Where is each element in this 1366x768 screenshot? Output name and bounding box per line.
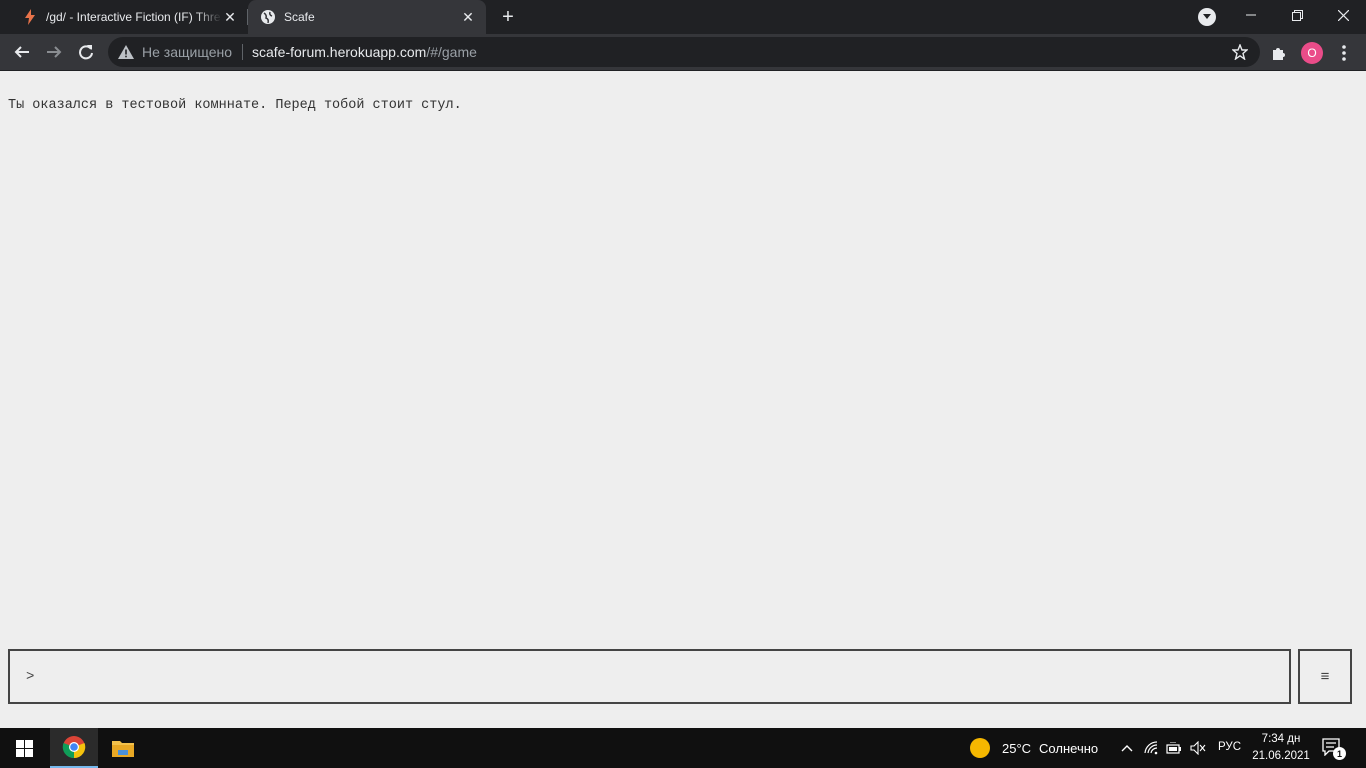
- url-text: scafe-forum.herokuapp.com/#/game: [252, 44, 477, 60]
- clock[interactable]: 7:34 дн 21.06.2021: [1248, 731, 1314, 765]
- wifi-icon[interactable]: [1144, 740, 1160, 756]
- tab-search-icon[interactable]: [1198, 8, 1216, 26]
- browser-toolbar: Не защищено scafe-forum.herokuapp.com/#/…: [0, 34, 1366, 71]
- tab-strip: /gd/ - Interactive Fiction (IF) Thre ✕ S…: [0, 0, 1366, 34]
- sun-icon: [970, 738, 990, 758]
- divider: [242, 44, 243, 60]
- game-page: Ты оказался в тестовой комннате. Перед т…: [0, 71, 1366, 728]
- language-indicator[interactable]: РУС: [1218, 741, 1241, 753]
- game-menu-button[interactable]: ≡: [1298, 649, 1352, 704]
- reload-icon[interactable]: [72, 38, 100, 66]
- profile-avatar[interactable]: O: [1301, 42, 1323, 64]
- chevron-up-icon[interactable]: [1119, 740, 1135, 756]
- game-output-text: Ты оказался в тестовой комннате. Перед т…: [8, 98, 462, 113]
- command-box[interactable]: >: [8, 649, 1291, 704]
- weather-temperature: 25°C: [1002, 740, 1032, 756]
- clock-time: 7:34 дн: [1261, 733, 1301, 745]
- speaker-muted-icon[interactable]: [1190, 740, 1206, 756]
- close-window-button[interactable]: [1320, 0, 1366, 30]
- command-input[interactable]: [40, 661, 1289, 692]
- windows-start-icon[interactable]: [0, 728, 48, 768]
- extensions-puzzle-icon[interactable]: [1268, 42, 1290, 64]
- notification-center-icon[interactable]: 1: [1322, 738, 1346, 760]
- kebab-menu-icon[interactable]: [1333, 41, 1355, 65]
- notification-badge: 1: [1333, 747, 1346, 760]
- battery-icon[interactable]: [1166, 740, 1182, 756]
- tab-gd-forum[interactable]: /gd/ - Interactive Fiction (IF) Thre ✕: [8, 0, 248, 34]
- restore-button[interactable]: [1274, 0, 1320, 30]
- warning-icon[interactable]: [118, 44, 134, 60]
- bookmark-star-icon[interactable]: [1232, 44, 1248, 60]
- tab-title: /gd/ - Interactive Fiction (IF) Thre: [46, 10, 221, 24]
- weather-widget[interactable]: 25°C Солнечно: [970, 728, 1110, 768]
- url-path: /#/game: [426, 44, 477, 60]
- url-host: scafe-forum.herokuapp.com: [252, 44, 427, 60]
- close-tab-icon[interactable]: ✕: [222, 9, 238, 25]
- new-tab-button[interactable]: +: [496, 5, 520, 29]
- globe-icon: [260, 9, 276, 25]
- address-bar[interactable]: Не защищено scafe-forum.herokuapp.com/#/…: [108, 37, 1260, 67]
- close-tab-icon[interactable]: ✕: [460, 9, 476, 25]
- clock-date: 21.06.2021: [1252, 750, 1310, 762]
- security-status: Не защищено: [142, 44, 232, 60]
- file-explorer-icon[interactable]: [100, 728, 146, 768]
- forward-arrow-icon[interactable]: [40, 38, 68, 66]
- tab-scafe[interactable]: Scafe ✕: [248, 0, 486, 34]
- chrome-taskbar-icon[interactable]: [50, 728, 98, 768]
- command-prompt: >: [26, 668, 35, 685]
- weather-condition: Солнечно: [1039, 740, 1099, 756]
- minimize-button[interactable]: [1228, 0, 1274, 30]
- lightning-icon: [22, 9, 38, 25]
- tab-title: Scafe: [284, 10, 315, 24]
- back-arrow-icon[interactable]: [8, 38, 36, 66]
- windows-taskbar: 25°C Солнечно РУС 7:34 дн 21.06.2021 1: [0, 728, 1366, 768]
